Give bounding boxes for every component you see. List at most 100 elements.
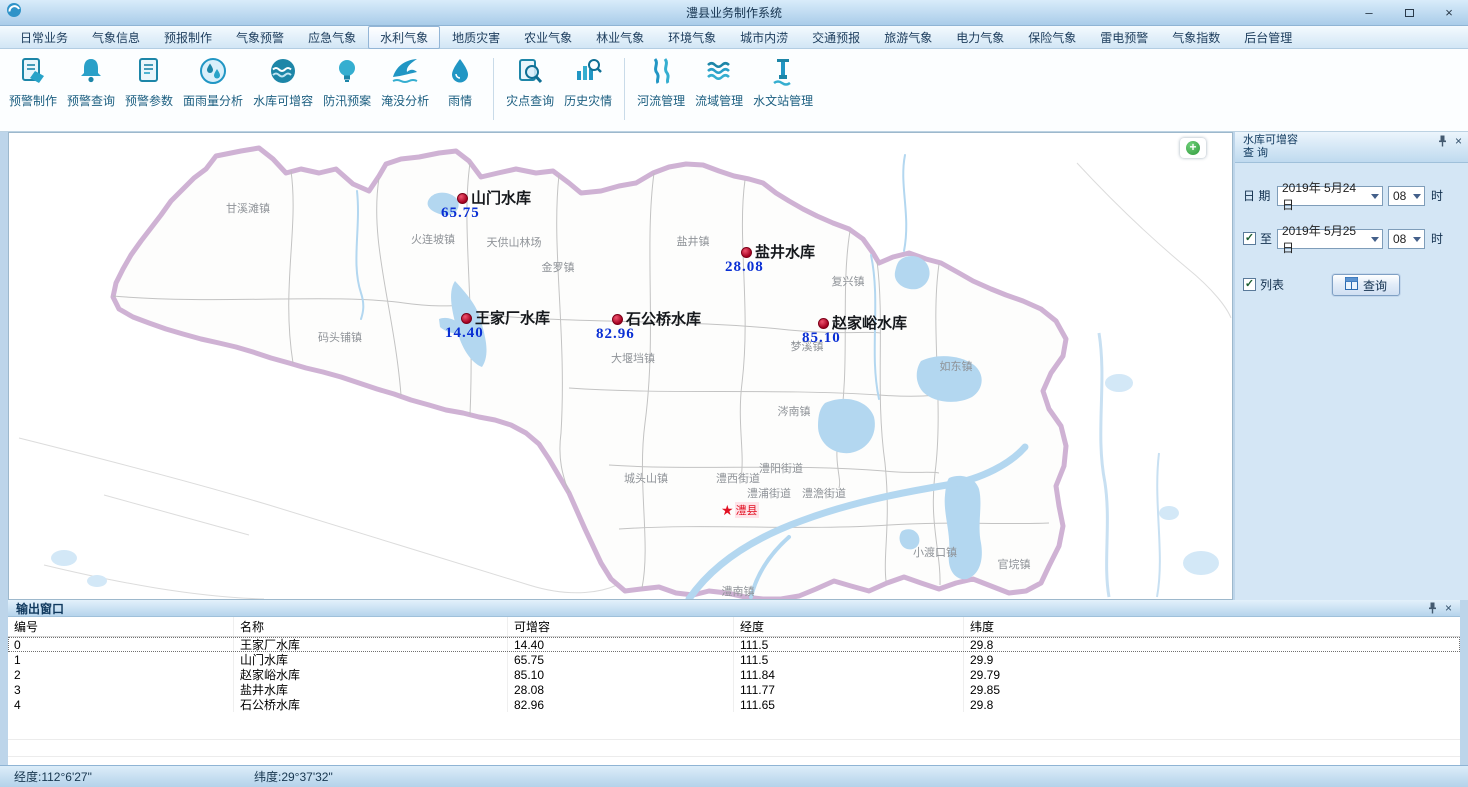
menu-item[interactable]: 气象指数 xyxy=(1160,26,1232,49)
query-button[interactable]: 查询 xyxy=(1332,274,1400,296)
menu-item[interactable]: 日常业务 xyxy=(8,26,80,49)
reservoir-label: 石公桥水库 xyxy=(626,308,701,329)
town-label: 澧南镇 xyxy=(722,583,755,599)
panel-close-icon[interactable]: × xyxy=(1445,602,1452,614)
town-label: 火连坡镇 xyxy=(411,231,455,247)
pin-icon[interactable] xyxy=(1437,135,1448,149)
map-canvas[interactable]: 甘溪滩镇 火连坡镇 天供山林场 金罗镇 盐井镇 复兴镇 码头铺镇 梦溪镇 如东镇… xyxy=(8,132,1233,600)
toolbar-button-disaster-point-query[interactable]: 灾点查询 xyxy=(501,56,559,109)
menu-item[interactable]: 气象信息 xyxy=(80,26,152,49)
menu-item[interactable]: 后台管理 xyxy=(1232,26,1304,49)
toolbar-button-submersion-analysis[interactable]: 淹没分析 xyxy=(376,56,434,109)
toolbar-button-rain-info[interactable]: 雨情 xyxy=(434,56,486,109)
toolbar-button-area-rainfall[interactable]: 面雨量分析 xyxy=(178,56,248,109)
county-seat-label: 澧县 xyxy=(735,502,759,518)
menu-item[interactable]: 旅游气象 xyxy=(872,26,944,49)
cell-name: 石公桥水库 xyxy=(234,697,508,712)
town-label: 天供山林场 xyxy=(487,234,542,250)
reservoir-value: 65.75 xyxy=(441,205,480,222)
menu-item[interactable]: 保险气象 xyxy=(1016,26,1088,49)
menu-item[interactable]: 应急气象 xyxy=(296,26,368,49)
cell-latitude: 29.8 xyxy=(964,697,1460,712)
table-row[interactable]: 1 山门水库 65.75 111.5 29.9 xyxy=(8,652,1460,667)
cell-name: 王家厂水库 xyxy=(234,637,508,652)
toolbar-button-warning-create[interactable]: 预警制作 xyxy=(4,56,62,109)
cell-name: 山门水库 xyxy=(234,652,508,667)
from-date-select[interactable]: 2019年 5月24日 xyxy=(1277,186,1383,206)
to-hour-select[interactable]: 08 xyxy=(1388,229,1425,249)
from-hour-value: 08 xyxy=(1393,189,1406,203)
cell-latitude: 29.79 xyxy=(964,667,1460,682)
column-header: 编号 xyxy=(8,617,234,636)
reservoir-label: 赵家峪水库 xyxy=(832,312,907,333)
town-label: 澧浦街道 xyxy=(747,485,791,501)
reservoir-dot-icon[interactable] xyxy=(818,318,829,329)
menu-item[interactable]: 城市内涝 xyxy=(728,26,800,49)
minimize-button[interactable]: – xyxy=(1356,4,1382,22)
toolbar-button-flood-plan[interactable]: 防汛预案 xyxy=(318,56,376,109)
reservoir-dot-icon[interactable] xyxy=(461,313,472,324)
town-label: 小渡口镇 xyxy=(913,544,957,560)
table-row[interactable]: 3 盐井水库 28.08 111.77 29.85 xyxy=(8,682,1460,697)
close-button[interactable]: × xyxy=(1436,4,1462,22)
menu-item[interactable]: 环境气象 xyxy=(656,26,728,49)
big-wave-icon xyxy=(390,56,420,86)
reservoir-dot-icon[interactable] xyxy=(741,247,752,258)
map-zoom-in-button[interactable]: + xyxy=(1180,138,1206,158)
reservoir-dot-icon[interactable] xyxy=(612,314,623,325)
menu-item[interactable]: 交通预报 xyxy=(800,26,872,49)
table-row[interactable]: 2 赵家峪水库 85.10 111.84 29.79 xyxy=(8,667,1460,682)
reservoir-value: 14.40 xyxy=(445,325,484,342)
table-header-row: 编号 名称 可增容 经度 纬度 xyxy=(8,617,1460,637)
toolbar-button-warning-params[interactable]: 预警参数 xyxy=(120,56,178,109)
town-label: 官垸镇 xyxy=(998,556,1031,572)
to-label: 至 xyxy=(1260,229,1272,249)
toolbar-button-basin-management[interactable]: 流域管理 xyxy=(690,56,748,109)
to-date-select[interactable]: 2019年 5月25日 xyxy=(1277,229,1383,249)
doc-pen-icon xyxy=(18,56,48,86)
output-table: 编号 名称 可增容 经度 纬度 0 王家厂水库 14.40 111.5 29.8… xyxy=(8,617,1460,765)
toolbar-button-hydro-station-management[interactable]: 水文站管理 xyxy=(748,56,818,109)
bell-icon xyxy=(76,56,106,86)
town-label: 城头山镇 xyxy=(624,470,668,486)
town-label: 甘溪滩镇 xyxy=(226,200,270,216)
menu-item[interactable]: 气象预警 xyxy=(224,26,296,49)
cell-longitude: 111.5 xyxy=(734,652,964,667)
town-label: 澧澹街道 xyxy=(802,485,846,501)
town-label: 金罗镇 xyxy=(542,259,575,275)
cell-longitude: 111.65 xyxy=(734,697,964,712)
toolbar-button-river-management[interactable]: 河流管理 xyxy=(632,56,690,109)
cell-name: 盐井水库 xyxy=(234,682,508,697)
empty-row-divider xyxy=(8,756,1460,757)
query-button-label: 查询 xyxy=(1363,277,1387,294)
toolbar-button-reservoir-capacity[interactable]: 水库可增容 xyxy=(248,56,318,109)
menu-item-active[interactable]: 水利气象 xyxy=(368,26,440,49)
toolbar-button-disaster-history[interactable]: 历史灾情 xyxy=(559,56,617,109)
from-date-value: 2019年 5月24日 xyxy=(1282,179,1367,213)
menu-item[interactable]: 预报制作 xyxy=(152,26,224,49)
to-date-value: 2019年 5月25日 xyxy=(1282,222,1367,256)
toolbar-separator xyxy=(493,58,494,120)
table-grid-icon xyxy=(1345,277,1358,293)
list-label: 列表 xyxy=(1260,275,1284,295)
table-row[interactable]: 4 石公桥水库 82.96 111.65 29.8 xyxy=(8,697,1460,712)
menu-item[interactable]: 农业气象 xyxy=(512,26,584,49)
menu-item[interactable]: 林业气象 xyxy=(584,26,656,49)
cell-id: 1 xyxy=(8,652,234,667)
panel-close-icon[interactable]: × xyxy=(1455,135,1462,147)
side-panel-body: 日 期 2019年 5月24日 08 时 ✓ 至 2019年 5月25日 08 xyxy=(1235,163,1468,600)
list-checkbox[interactable]: ✓ xyxy=(1243,278,1256,291)
menu-item[interactable]: 地质灾害 xyxy=(440,26,512,49)
reservoir-value: 82.96 xyxy=(596,326,635,343)
side-panel-title: 水库可增容 xyxy=(1243,134,1298,147)
from-hour-select[interactable]: 08 xyxy=(1388,186,1425,206)
maximize-button[interactable] xyxy=(1396,4,1422,22)
menu-item[interactable]: 雷电预警 xyxy=(1088,26,1160,49)
menu-item[interactable]: 电力气象 xyxy=(944,26,1016,49)
table-row[interactable]: 0 王家厂水库 14.40 111.5 29.8 xyxy=(8,637,1460,652)
to-checkbox[interactable]: ✓ xyxy=(1243,232,1256,245)
cell-capacity: 14.40 xyxy=(508,637,734,652)
reservoir-dot-icon[interactable] xyxy=(457,193,468,204)
pin-icon[interactable] xyxy=(1427,602,1438,616)
toolbar-button-warning-query[interactable]: 预警查询 xyxy=(62,56,120,109)
